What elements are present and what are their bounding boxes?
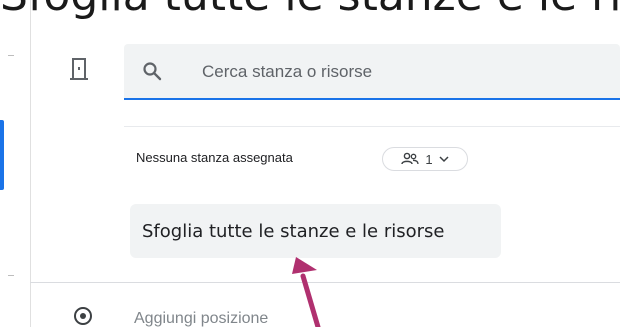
chevron-down-icon bbox=[439, 155, 449, 162]
door-icon bbox=[70, 58, 88, 80]
people-icon bbox=[401, 152, 420, 165]
search-icon bbox=[143, 62, 162, 81]
location-pin-icon bbox=[74, 307, 92, 325]
no-room-assigned-label: Nessuna stanza assegnata bbox=[136, 150, 293, 165]
room-search-field[interactable] bbox=[124, 44, 620, 100]
left-panel-tick bbox=[8, 275, 14, 276]
location-input[interactable] bbox=[132, 306, 436, 332]
left-panel-tick bbox=[8, 55, 14, 56]
browse-rooms-label: Sfoglia tutte le stanze e le risorse bbox=[142, 220, 445, 242]
left-panel-edge bbox=[30, 0, 31, 327]
left-panel-accent bbox=[0, 120, 4, 190]
tutorial-caption: Sfoglia tutte le stanze e le risorse bbox=[0, 0, 620, 22]
section-divider bbox=[30, 282, 620, 283]
search-input[interactable] bbox=[200, 58, 604, 86]
tutorial-caption-text: Sfoglia tutte le stanze e le risorse bbox=[0, 0, 620, 21]
people-count: 1 bbox=[425, 151, 433, 167]
browse-rooms-button[interactable]: Sfoglia tutte le stanze e le risorse bbox=[130, 204, 501, 258]
section-divider bbox=[124, 126, 620, 127]
people-count-chip[interactable]: 1 bbox=[382, 147, 468, 171]
